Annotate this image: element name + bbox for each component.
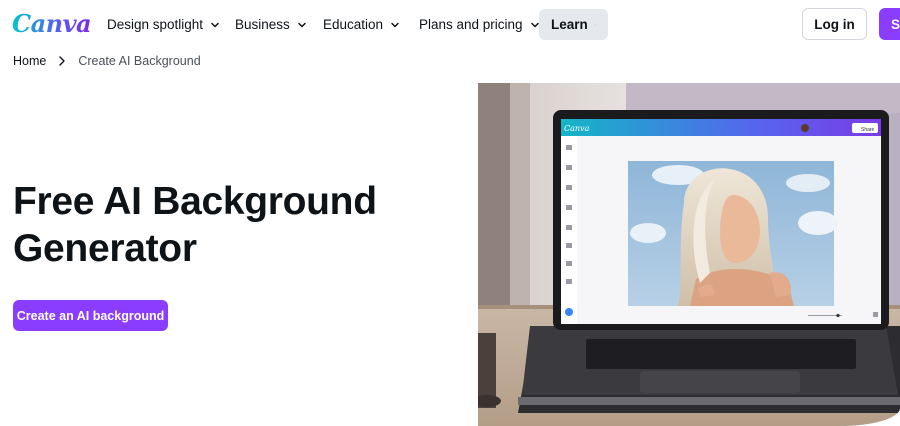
hero-image: Canva Share bbox=[478, 83, 900, 426]
login-button[interactable]: Log in bbox=[802, 8, 867, 40]
laptop-illustration: Canva Share bbox=[478, 83, 900, 426]
chevron-down-icon bbox=[211, 22, 219, 27]
nav-learn[interactable]: Learn bbox=[539, 9, 608, 40]
nav-plans-and-pricing[interactable]: Plans and pricing bbox=[407, 9, 552, 40]
signup-button[interactable]: Si bbox=[879, 8, 900, 40]
top-nav: Canva Design spotlight Business Educatio… bbox=[0, 0, 900, 48]
breadcrumb-home[interactable]: Home bbox=[13, 54, 46, 68]
canva-logo[interactable]: Canva bbox=[12, 9, 92, 38]
share-label: Share bbox=[861, 127, 875, 133]
breadcrumb: Home Create AI Background bbox=[13, 54, 201, 68]
chevron-down-icon bbox=[594, 24, 596, 25]
editor-logo: Canva bbox=[564, 124, 590, 133]
create-ai-background-button[interactable]: Create an AI background bbox=[13, 300, 168, 331]
chevron-down-icon bbox=[391, 22, 399, 27]
breadcrumb-current: Create AI Background bbox=[78, 54, 201, 68]
nav-design-spotlight[interactable]: Design spotlight bbox=[95, 9, 232, 40]
chevron-down-icon bbox=[298, 22, 306, 27]
nav-education[interactable]: Education bbox=[311, 9, 412, 40]
editor-topbar bbox=[561, 119, 881, 136]
page-title: Free AI Background Generator bbox=[13, 180, 377, 270]
nav-business[interactable]: Business bbox=[223, 9, 319, 40]
avatar bbox=[801, 124, 809, 132]
canvas-photo bbox=[628, 161, 838, 306]
chevron-right-icon bbox=[59, 56, 66, 66]
